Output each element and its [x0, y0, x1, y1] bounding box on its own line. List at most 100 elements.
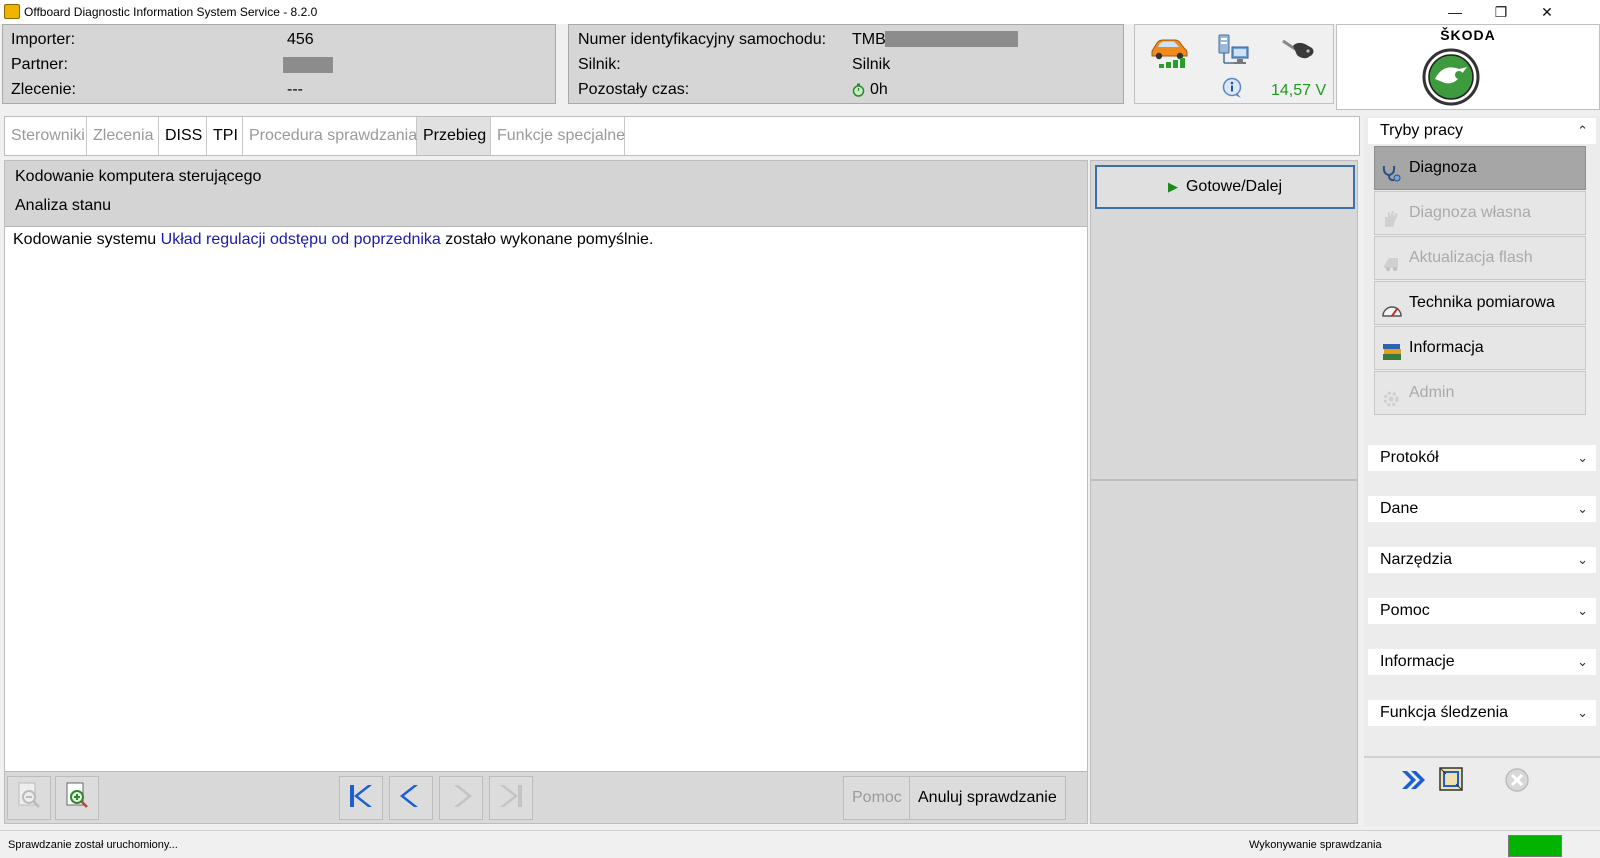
chevron-up-icon: ⌃ — [1577, 123, 1588, 138]
chevron-down-icon: ⌄ — [1577, 552, 1588, 567]
tab-sterowniki[interactable]: Sterowniki — [5, 117, 87, 155]
tab-bar: Sterowniki Zlecenia DISS TPI Procedura s… — [4, 116, 1360, 156]
mode-diagnoza-wlasna[interactable]: Diagnoza własna — [1374, 191, 1586, 235]
skip-last-icon — [496, 781, 526, 816]
header: Importer: 456 Partner: Zlecenie: --- Num… — [0, 24, 1600, 112]
sidebar-divider — [1364, 756, 1600, 758]
silnik-label: Silnik: — [578, 56, 621, 73]
status-icons-panel: 14,57 V — [1134, 24, 1334, 104]
play-icon: ▶ — [1167, 179, 1178, 194]
cancel-check-button[interactable]: Anuluj sprawdzanie — [909, 776, 1066, 820]
tab-przebieg[interactable]: Przebieg — [417, 117, 491, 155]
tab-funkcje-specjalne[interactable]: Funkcje specjalne — [491, 117, 625, 155]
partner-label: Partner: — [11, 56, 68, 73]
gear-icon — [1381, 384, 1401, 407]
result-message-prefix: Kodowanie systemu — [13, 231, 161, 248]
close-circle-icon — [1503, 766, 1531, 799]
skoda-logo-icon — [1421, 47, 1481, 112]
section-protokol-label: Protokół — [1380, 449, 1439, 466]
system-name-link[interactable]: Układ regulacji odstępu od poprzednika — [161, 231, 441, 248]
skip-first-icon — [346, 781, 376, 816]
double-chevron-right-icon — [1399, 768, 1427, 797]
maximize-button[interactable]: ❐ — [1478, 0, 1524, 24]
progress-indicator — [1508, 835, 1562, 857]
main-content: Kodowanie komputera sterującego Analiza … — [4, 160, 1088, 824]
section-informacje-label: Informacje — [1380, 653, 1455, 670]
status-bar: Sprawdzanie został uruchomiony... Wykony… — [0, 830, 1600, 858]
mode-diagnoza[interactable]: Diagnoza — [1374, 146, 1586, 190]
screenshot-button[interactable] — [1430, 760, 1472, 802]
chevron-down-icon: ⌄ — [1577, 705, 1588, 720]
zlecenie-value: --- — [287, 81, 303, 98]
mode-admin-label: Admin — [1409, 384, 1455, 401]
section-protokol[interactable]: Protokół ⌄ — [1368, 445, 1596, 471]
zoom-in-button[interactable] — [55, 776, 99, 820]
close-button[interactable]: ✕ — [1524, 0, 1570, 24]
importer-value: 456 — [287, 31, 314, 48]
car-connection-icon[interactable] — [1149, 33, 1189, 74]
mode-aktualizacja-flash-label: Aktualizacja flash — [1409, 249, 1533, 266]
last-step-button[interactable] — [489, 776, 533, 820]
chevron-down-icon: ⌄ — [1577, 450, 1588, 465]
tab-zlecenia[interactable]: Zlecenia — [87, 117, 159, 155]
status-right-text: Wykonywanie sprawdzania — [1249, 839, 1382, 851]
modes-header[interactable]: Tryby pracy ⌃ — [1368, 118, 1596, 144]
mode-admin[interactable]: Admin — [1374, 371, 1586, 415]
action-panel: ▶ Gotowe/Dalej — [1090, 160, 1358, 824]
silnik-value: Silnik — [852, 56, 891, 73]
vehicle-info-panel: Numer identyfikacyjny samochodu: TMB Sil… — [568, 24, 1124, 104]
chevron-down-icon: ⌄ — [1577, 603, 1588, 618]
books-icon — [1381, 339, 1401, 360]
minimize-button[interactable]: — — [1432, 0, 1478, 24]
brand-name: ŠKODA — [1440, 27, 1496, 43]
vin-redacted — [885, 31, 1018, 47]
tab-procedura-sprawdzania[interactable]: Procedura sprawdzania — [243, 117, 417, 155]
mode-informacja[interactable]: Informacja — [1374, 326, 1586, 370]
previous-step-button[interactable] — [389, 776, 433, 820]
tab-tpi[interactable]: TPI — [207, 117, 243, 155]
result-message: Kodowanie systemu Układ regulacji odstęp… — [13, 231, 653, 249]
expand-sidebar-button[interactable] — [1392, 762, 1434, 802]
app-icon — [4, 4, 20, 19]
section-dane[interactable]: Dane ⌄ — [1368, 496, 1596, 522]
zoom-out-button[interactable] — [7, 776, 51, 820]
stethoscope-icon — [1381, 159, 1401, 182]
mode-technika-pomiarowa[interactable]: Technika pomiarowa — [1374, 281, 1586, 325]
next-button-label: Gotowe/Dalej — [1185, 178, 1283, 195]
zlecenie-label: Zlecenie: — [11, 81, 76, 98]
procedure-header: Kodowanie komputera sterującego Analiza … — [5, 161, 1087, 227]
result-message-suffix: zostało wykonane pomyślnie. — [440, 231, 654, 248]
key-icon[interactable] — [1279, 35, 1317, 70]
exit-button[interactable] — [1496, 762, 1538, 802]
next-button[interactable]: ▶ Gotowe/Dalej — [1095, 165, 1355, 209]
section-pomoc[interactable]: Pomoc ⌄ — [1368, 598, 1596, 624]
voltage-readout: 14,57 V — [1271, 82, 1327, 99]
panel-divider — [1091, 479, 1357, 481]
zoom-out-icon — [15, 781, 43, 816]
mode-technika-pomiarowa-label: Technika pomiarowa — [1409, 294, 1555, 311]
status-left-text: Sprawdzanie został uruchomiony... — [8, 839, 178, 851]
info-icon[interactable] — [1221, 77, 1245, 104]
title-bar: Offboard Diagnostic Information System S… — [0, 0, 1600, 24]
section-narzedzia-label: Narzędzia — [1380, 551, 1453, 568]
modes-header-label: Tryby pracy — [1380, 122, 1463, 139]
chevron-left-icon — [396, 781, 426, 816]
next-step-button[interactable] — [439, 776, 483, 820]
gauge-icon — [1381, 294, 1402, 317]
section-funkcja-sledzenia[interactable]: Funkcja śledzenia ⌄ — [1368, 700, 1596, 726]
mode-diagnoza-wlasna-label: Diagnoza własna — [1409, 204, 1531, 221]
section-narzedzia[interactable]: Narzędzia ⌄ — [1368, 547, 1596, 573]
help-button[interactable]: Pomoc — [843, 776, 911, 820]
network-icon[interactable] — [1215, 33, 1251, 72]
section-funkcja-sledzenia-label: Funkcja śledzenia — [1380, 704, 1509, 721]
tab-diss[interactable]: DISS — [159, 117, 207, 155]
mode-aktualizacja-flash[interactable]: Aktualizacja flash — [1374, 236, 1586, 280]
window-title: Offboard Diagnostic Information System S… — [24, 5, 318, 19]
czas-value: 0h — [870, 81, 888, 98]
section-informacje[interactable]: Informacje ⌄ — [1368, 649, 1596, 675]
procedure-substep-title: Analiza stanu — [15, 197, 112, 214]
section-dane-label: Dane — [1380, 500, 1419, 517]
chevron-down-icon: ⌄ — [1577, 501, 1588, 516]
first-step-button[interactable] — [339, 776, 383, 820]
czas-label: Pozostały czas: — [578, 81, 690, 98]
